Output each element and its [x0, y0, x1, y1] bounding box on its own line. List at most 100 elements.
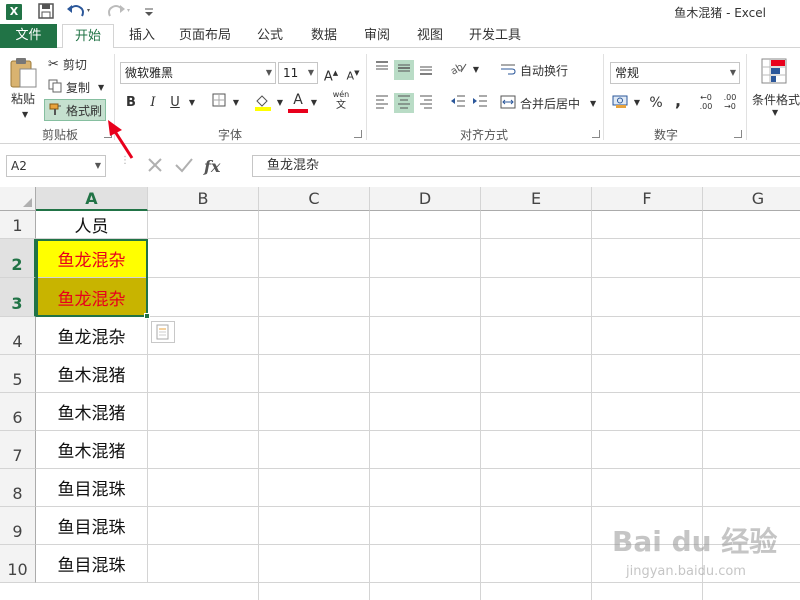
row-header-10[interactable]: 10 — [0, 545, 36, 583]
tab-insert[interactable]: 插入 — [120, 24, 164, 48]
bold-button[interactable]: B — [122, 93, 140, 113]
align-top-icon[interactable] — [372, 60, 392, 80]
paste-icon[interactable] — [8, 56, 40, 90]
tab-page-layout[interactable]: 页面布局 — [172, 24, 238, 48]
cell-a2[interactable]: 鱼龙混杂 — [36, 239, 148, 278]
underline-dropdown-icon[interactable]: ▼ — [186, 93, 198, 113]
font-name-dropdown-icon[interactable]: ▼ — [266, 63, 272, 83]
row-header-9[interactable]: 9 — [0, 507, 36, 545]
save-icon[interactable] — [38, 3, 54, 21]
row-header-7[interactable]: 7 — [0, 431, 36, 469]
comma-style-button[interactable]: , — [670, 91, 686, 111]
shrink-font-icon[interactable]: A▼ — [344, 63, 362, 83]
tab-view[interactable]: 视图 — [408, 24, 452, 48]
font-color-dropdown-icon[interactable]: ▼ — [308, 93, 320, 113]
alignment-launcher-icon[interactable] — [592, 130, 600, 138]
fill-color-dropdown-icon[interactable]: ▼ — [274, 93, 286, 113]
row-header-4[interactable]: 4 — [0, 317, 36, 355]
insert-function-icon[interactable]: fx — [204, 157, 220, 176]
align-bottom-icon[interactable] — [416, 60, 436, 80]
tab-home[interactable]: 开始 — [62, 24, 114, 49]
font-color-icon[interactable]: A — [288, 91, 308, 113]
tab-formulas[interactable]: 公式 — [248, 24, 292, 48]
merge-center-button[interactable]: 合并后居中 ▼ — [500, 93, 596, 113]
column-header-g[interactable]: G — [703, 187, 800, 211]
italic-button[interactable]: I — [144, 93, 162, 113]
tab-review[interactable]: 审阅 — [355, 24, 399, 48]
decrease-indent-icon[interactable] — [448, 93, 468, 113]
cut-button[interactable]: ✂ 剪切 — [48, 54, 87, 74]
align-left-icon[interactable] — [372, 93, 392, 113]
cancel-entry-icon[interactable] — [146, 156, 164, 177]
border-icon[interactable] — [208, 93, 230, 113]
cell-a1[interactable]: 人员 — [36, 211, 148, 239]
row-header-6[interactable]: 6 — [0, 393, 36, 431]
conditional-format-icon[interactable] — [760, 56, 790, 86]
orientation-dropdown-icon[interactable]: ▼ — [470, 60, 482, 80]
conditional-format-button[interactable]: 条件格式 — [752, 91, 800, 108]
confirm-entry-icon[interactable] — [174, 156, 194, 177]
customize-toolbar-icon[interactable] — [144, 3, 154, 21]
conditional-format-dropdown-icon[interactable]: ▼ — [772, 108, 778, 117]
merge-center-dropdown-icon[interactable]: ▼ — [590, 99, 596, 108]
row-header-5[interactable]: 5 — [0, 355, 36, 393]
copy-dropdown-icon[interactable]: ▼ — [98, 83, 104, 92]
name-box-dropdown-icon[interactable]: ▼ — [95, 156, 101, 176]
row-header-3[interactable]: 3 — [0, 278, 36, 317]
increase-decimal-icon[interactable]: ←0.00 — [696, 93, 716, 113]
name-box[interactable]: A2 ▼ — [6, 155, 106, 177]
cell-a9[interactable]: 鱼目混珠 — [36, 507, 148, 545]
formula-bar-grip-icon[interactable]: ⋮ — [120, 156, 130, 174]
font-launcher-icon[interactable] — [354, 130, 362, 138]
percent-style-button[interactable]: % — [646, 93, 666, 113]
paste-button[interactable]: 粘贴 — [11, 90, 35, 107]
row-header-8[interactable]: 8 — [0, 469, 36, 507]
align-center-icon[interactable] — [394, 93, 414, 113]
column-header-f[interactable]: F — [592, 187, 703, 211]
redo-icon[interactable] — [106, 3, 132, 21]
cell-a8[interactable]: 鱼目混珠 — [36, 469, 148, 507]
increase-indent-icon[interactable] — [470, 93, 490, 113]
copy-button[interactable]: 复制 ▼ — [48, 77, 104, 97]
number-launcher-icon[interactable] — [734, 130, 742, 138]
column-header-c[interactable]: C — [259, 187, 370, 211]
undo-icon[interactable] — [66, 3, 92, 21]
column-header-b[interactable]: B — [148, 187, 259, 211]
tab-file[interactable]: 文件 — [0, 24, 57, 48]
formula-input[interactable]: 鱼龙混杂 — [252, 155, 800, 177]
cell-a7[interactable]: 鱼木混猪 — [36, 431, 148, 469]
cell-a10[interactable]: 鱼目混珠 — [36, 545, 148, 583]
grow-font-icon[interactable]: A▲ — [322, 63, 340, 84]
column-header-d[interactable]: D — [370, 187, 481, 211]
font-size-dropdown-icon[interactable]: ▼ — [308, 63, 314, 83]
fill-color-icon[interactable] — [252, 93, 274, 113]
align-middle-icon[interactable] — [394, 60, 414, 80]
number-format-combo[interactable]: 常规 ▼ — [610, 62, 740, 84]
number-format-dropdown-icon[interactable]: ▼ — [730, 63, 736, 83]
paste-options-icon[interactable] — [151, 321, 175, 343]
accounting-format-icon[interactable] — [610, 93, 634, 113]
cell-a5[interactable]: 鱼木混猪 — [36, 355, 148, 393]
cell-a3[interactable]: 鱼龙混杂 — [36, 278, 148, 317]
column-header-e[interactable]: E — [481, 187, 592, 211]
column-header-a[interactable]: A — [36, 187, 148, 211]
select-all-corner[interactable] — [0, 187, 36, 211]
cell-a4[interactable]: 鱼龙混杂 — [36, 317, 148, 355]
clipboard-launcher-icon[interactable] — [104, 130, 112, 138]
font-size-combo[interactable]: 11 ▼ — [278, 62, 318, 84]
accounting-dropdown-icon[interactable]: ▼ — [632, 93, 642, 113]
tab-data[interactable]: 数据 — [302, 24, 346, 48]
format-painter-button[interactable]: 格式刷 — [44, 99, 106, 121]
underline-button[interactable]: U — [166, 93, 184, 113]
phonetic-guide-icon[interactable]: wén 文 — [330, 90, 352, 111]
orientation-icon[interactable]: ab — [448, 60, 470, 80]
paste-dropdown-icon[interactable]: ▼ — [22, 110, 28, 119]
cell-a6[interactable]: 鱼木混猪 — [36, 393, 148, 431]
border-dropdown-icon[interactable]: ▼ — [230, 93, 242, 113]
row-header-2[interactable]: 2 — [0, 239, 36, 278]
wrap-text-button[interactable]: 自动换行 — [500, 60, 568, 80]
fill-handle[interactable] — [144, 313, 150, 319]
tab-developer[interactable]: 开发工具 — [462, 24, 528, 48]
align-right-icon[interactable] — [416, 93, 436, 113]
row-header-1[interactable]: 1 — [0, 211, 36, 239]
